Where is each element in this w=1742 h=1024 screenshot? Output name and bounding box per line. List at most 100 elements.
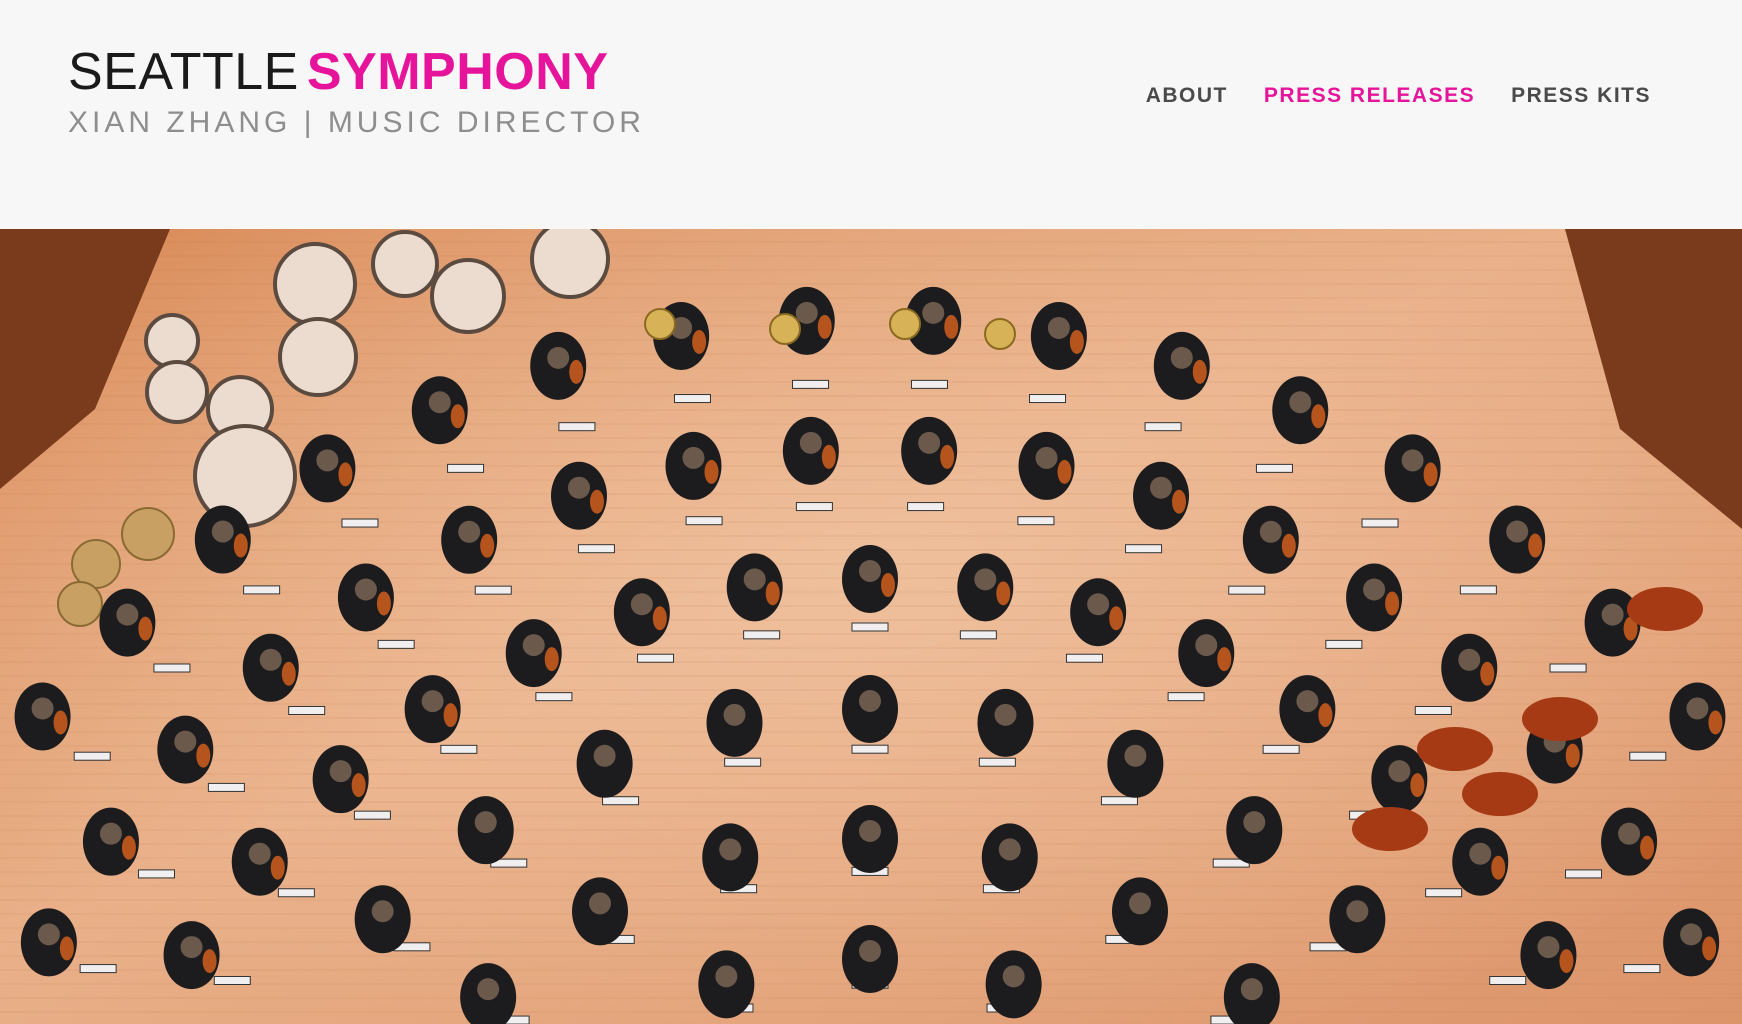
musician-head (974, 568, 997, 591)
musician-head (1388, 760, 1411, 783)
nav-link-press-kits[interactable]: PRESS KITS (1511, 84, 1651, 108)
music-stand (1489, 976, 1527, 986)
french-horn (889, 308, 921, 340)
violin (1217, 647, 1232, 672)
violin (1281, 533, 1296, 558)
musician-head (1506, 520, 1529, 543)
music-stand (685, 516, 723, 526)
music-stand (213, 976, 251, 986)
music-stand (851, 744, 889, 754)
music-stand (1125, 544, 1163, 554)
drum (530, 229, 610, 299)
musician-head (1618, 822, 1641, 845)
music-stand (474, 585, 512, 595)
music-stand (558, 422, 596, 432)
french-horn (984, 318, 1016, 350)
musician-head (37, 923, 60, 946)
musician-head (589, 892, 611, 915)
musician-head (1401, 449, 1424, 472)
music-stand (673, 394, 711, 404)
violin (1559, 949, 1574, 974)
logo-subtitle: XIAN ZHANG | MUSIC DIRECTOR (68, 106, 645, 139)
musician-head (1289, 391, 1312, 414)
drum (145, 360, 209, 424)
music-stand (637, 653, 675, 663)
musician-head (1537, 936, 1560, 959)
violin (53, 710, 68, 735)
musician-head (994, 703, 1017, 726)
musician-head (329, 760, 352, 783)
musician-head (1601, 603, 1624, 626)
musician-head (859, 940, 881, 962)
musician-head (174, 730, 197, 753)
violin (1109, 606, 1124, 631)
musician-head (1458, 648, 1481, 671)
musician-head (428, 391, 451, 414)
music-stand (959, 630, 997, 640)
music-stand (1459, 585, 1497, 595)
musician-head (1363, 578, 1386, 601)
musician-head (248, 842, 271, 865)
music-stand (243, 585, 281, 595)
logo-accent-text: SYMPHONY (306, 43, 609, 101)
violin (1565, 743, 1580, 768)
violin (1057, 459, 1072, 484)
music-stand (377, 639, 415, 649)
violin (765, 581, 780, 606)
music-stand (577, 544, 615, 554)
violin (270, 855, 285, 880)
violin (1702, 936, 1717, 961)
musician-head (1296, 690, 1319, 713)
music-stand (978, 757, 1016, 767)
music-stand (1228, 585, 1266, 595)
violin (281, 661, 296, 686)
musician-head (522, 634, 545, 657)
musician-head (795, 301, 818, 324)
cymbal (57, 581, 103, 627)
musician-head (1035, 446, 1058, 469)
musician-head (477, 978, 500, 1001)
musician-head (354, 578, 377, 601)
music-stand (1144, 422, 1182, 432)
violin (1491, 855, 1506, 880)
musician-head (799, 431, 822, 454)
musician-head (1170, 346, 1193, 369)
music-stand (137, 869, 175, 879)
music-stand (910, 379, 948, 389)
musician-head (31, 697, 54, 720)
musician-head (918, 431, 941, 454)
music-stand (1017, 516, 1055, 526)
drum (371, 230, 439, 298)
music-stand (535, 692, 573, 702)
violin (652, 606, 667, 631)
music-stand (341, 518, 379, 528)
violin (1640, 835, 1655, 860)
violin (996, 581, 1011, 606)
nav-link-about[interactable]: ABOUT (1146, 84, 1228, 108)
musician-head (743, 568, 766, 591)
musician-head (1240, 978, 1263, 1001)
music-stand (153, 663, 191, 673)
nav-link-press-releases[interactable]: PRESS RELEASES (1264, 84, 1475, 108)
music-stand (1100, 796, 1138, 806)
musician-head (1680, 923, 1703, 946)
drum (273, 242, 357, 326)
violin (1385, 591, 1400, 616)
musician-head (421, 690, 444, 713)
violin (121, 835, 136, 860)
violin (450, 404, 465, 429)
cymbal (121, 507, 175, 561)
musician-head (719, 838, 742, 861)
violin (817, 314, 832, 339)
violin (59, 936, 74, 961)
music-stand (795, 502, 833, 512)
violin (351, 773, 366, 798)
music-stand (288, 705, 326, 715)
drum (430, 258, 506, 334)
site-logo[interactable]: SEATTLE SYMPHONY XIAN ZHANG | MUSIC DIREC… (68, 42, 645, 140)
violin (569, 359, 584, 384)
music-stand (440, 744, 478, 754)
violin (1480, 661, 1495, 686)
music-stand (1361, 518, 1399, 528)
violin (692, 329, 707, 354)
